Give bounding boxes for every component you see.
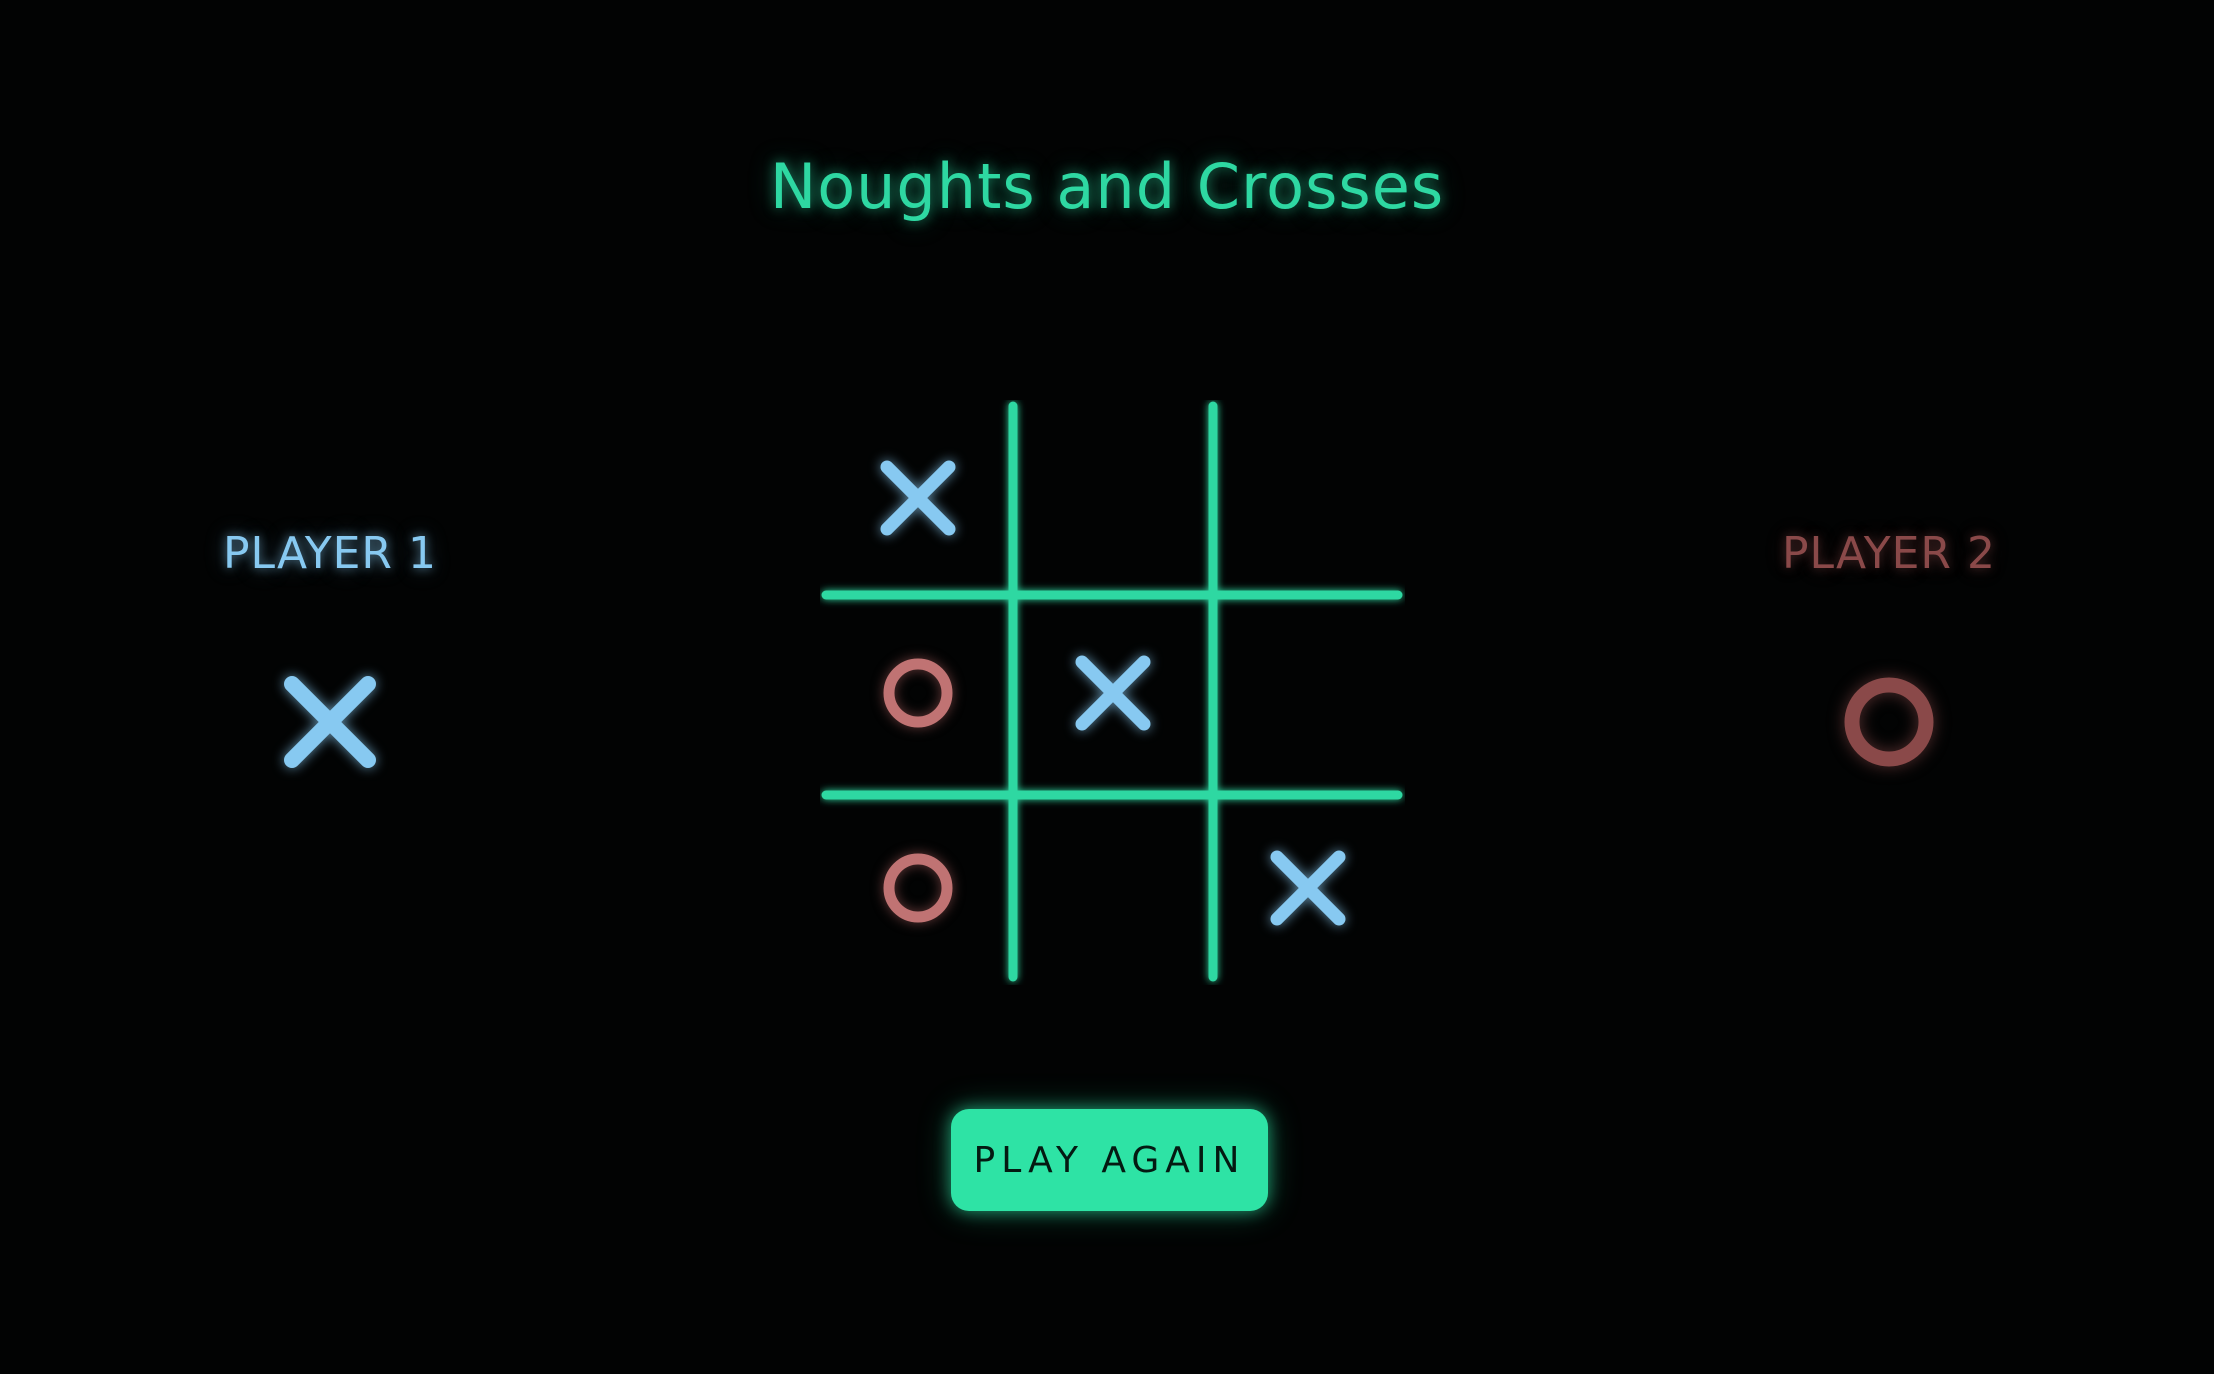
board-cell-2-1[interactable] bbox=[820, 595, 1015, 790]
board-cell-3-1[interactable] bbox=[820, 790, 1015, 985]
board-cell-3-3[interactable] bbox=[1210, 790, 1405, 985]
board-cell-1-3[interactable] bbox=[1210, 400, 1405, 595]
game-title: Noughts and Crosses bbox=[769, 150, 1445, 223]
board-cell-2-2[interactable] bbox=[1015, 595, 1210, 790]
board-cell-2-3[interactable] bbox=[1210, 595, 1405, 790]
player-1-cross-icon bbox=[270, 662, 390, 782]
nought-icon bbox=[883, 658, 952, 727]
player-2-label: PLAYER 2 bbox=[1782, 528, 1996, 579]
cross-icon bbox=[1075, 655, 1150, 730]
game-board bbox=[820, 400, 1405, 985]
board-cell-3-2[interactable] bbox=[1015, 790, 1210, 985]
play-again-button[interactable]: PLAY AGAIN bbox=[951, 1109, 1268, 1211]
board-cell-1-2[interactable] bbox=[1015, 400, 1210, 595]
cross-icon bbox=[1270, 850, 1345, 925]
player-2-nought-icon bbox=[1829, 662, 1949, 782]
nought-icon bbox=[883, 853, 952, 922]
player-1-label: PLAYER 1 bbox=[223, 528, 437, 579]
cross-icon bbox=[880, 460, 955, 535]
board-cell-1-1[interactable] bbox=[820, 400, 1015, 595]
